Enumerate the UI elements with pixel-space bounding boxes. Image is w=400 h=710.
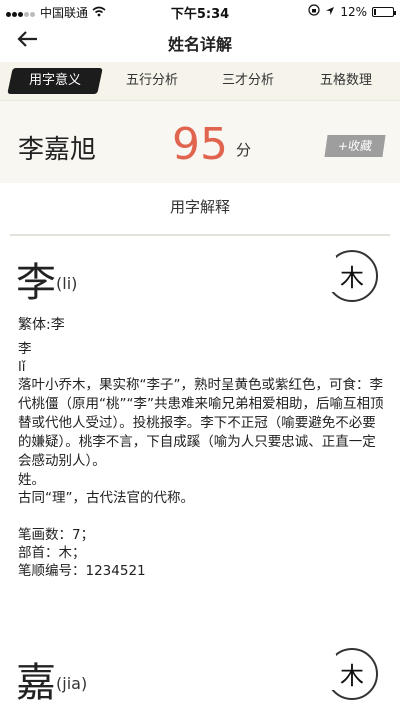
- def-line-ancient: 古同“理”，古代法官的代称。: [18, 490, 194, 506]
- tab-five-elements[interactable]: 五行分析: [104, 62, 200, 100]
- char-glyph: 嘉: [16, 660, 56, 706]
- def-line-surname: 姓。: [18, 472, 45, 488]
- element-badge: 木: [322, 250, 378, 302]
- element-char: 木: [340, 662, 364, 690]
- element-badge: 木: [322, 648, 378, 700]
- name-score-row: 李嘉旭 95 分 +收藏: [0, 100, 400, 183]
- def-line-pinyin: lǐ: [18, 359, 26, 375]
- element-char: 木: [340, 264, 364, 292]
- tab-three-talents[interactable]: 三才分析: [200, 62, 296, 100]
- section-divider: [10, 234, 390, 236]
- battery-percent: 12%: [340, 4, 367, 19]
- full-name: 李嘉旭: [18, 135, 97, 165]
- location-icon: [325, 5, 335, 19]
- lock-rotation-icon: [308, 4, 320, 19]
- tab-char-meaning[interactable]: 用字意义: [10, 62, 100, 100]
- stroke-count: 笔画数：7；: [18, 527, 95, 543]
- char-pinyin: (jia): [56, 674, 88, 693]
- section-title: 用字解释: [169, 198, 230, 216]
- score-unit: 分: [236, 141, 252, 159]
- tab-bar: 用字意义 五行分析 三才分析 五格数理: [0, 62, 400, 100]
- def-line-char: 李: [18, 341, 32, 357]
- favorite-button[interactable]: +收藏: [324, 135, 386, 157]
- battery-icon: [372, 6, 396, 17]
- page-title: 姓名详解: [167, 35, 232, 54]
- battery-fill: [374, 8, 376, 15]
- radical: 部首：木；: [18, 545, 86, 561]
- char-pinyin: (li): [56, 274, 78, 293]
- tab-five-grid[interactable]: 五格数理: [296, 62, 396, 100]
- status-bar: 中国联通 下午5:34 12%: [0, 0, 400, 22]
- traditional-form: 繁体:李: [18, 317, 65, 333]
- stroke-order: 笔顺编号：1234521: [18, 563, 146, 579]
- nav-bar: 姓名详解: [0, 22, 400, 62]
- name-score: 95: [172, 119, 228, 170]
- char-glyph: 李: [16, 260, 56, 306]
- def-paragraph: 落叶小乔木，果实称“李子”，熟时呈黄色或紫红色，可食：李代桃僵（原用“桃”“李”…: [18, 377, 384, 469]
